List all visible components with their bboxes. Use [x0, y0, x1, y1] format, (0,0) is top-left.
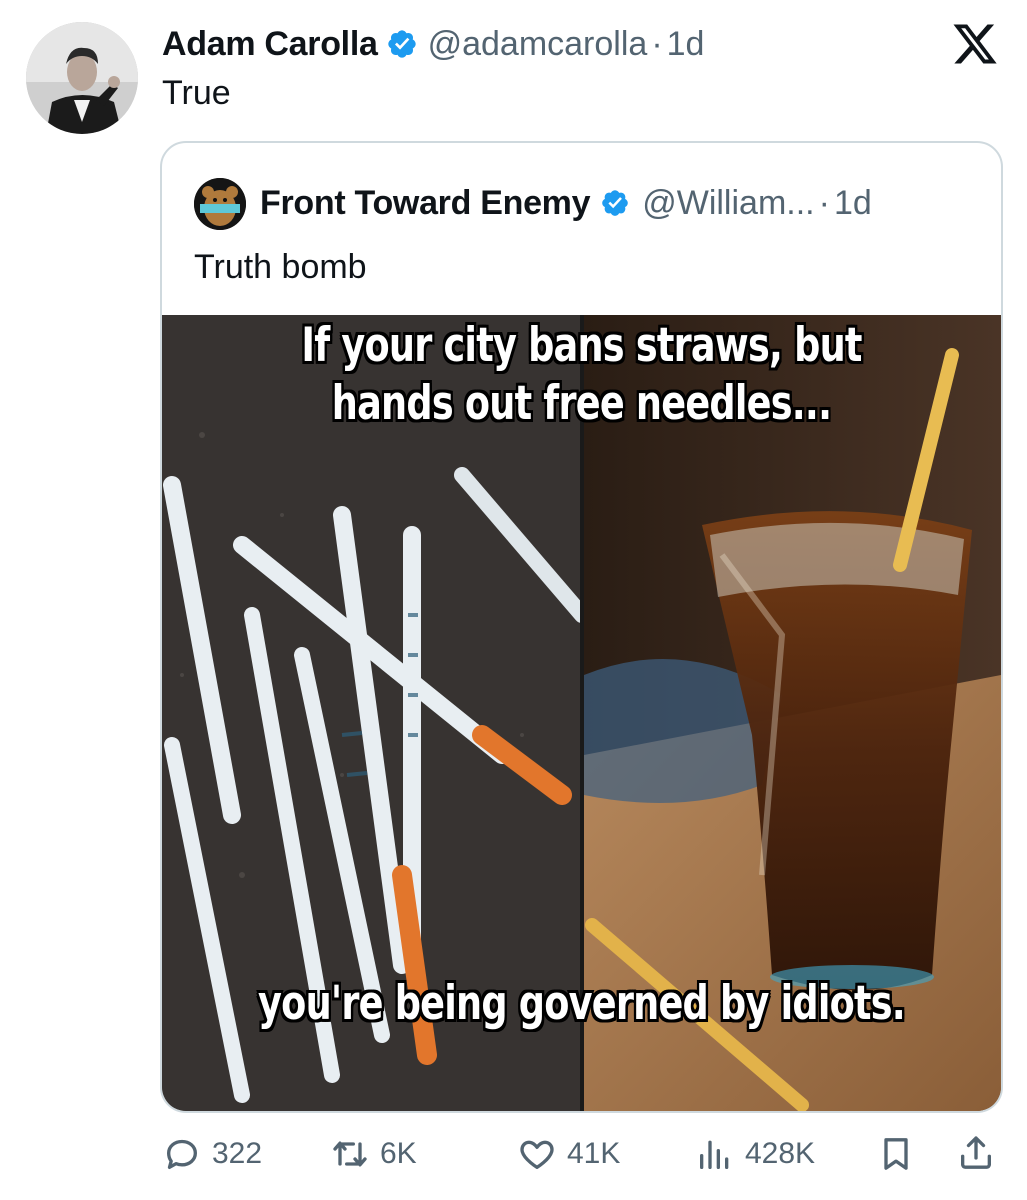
like-button[interactable]: 41K [517, 1130, 620, 1178]
reply-count: 322 [212, 1137, 263, 1170]
repost-count: 6K [380, 1137, 417, 1170]
author-avatar[interactable] [26, 22, 138, 134]
meme-caption-top: If your city bans straws, but hands out … [301, 318, 862, 431]
author-handle[interactable]: @adamcarolla [428, 25, 648, 64]
views-icon [700, 1140, 729, 1169]
views-button[interactable]: 428K [695, 1130, 815, 1178]
quoted-author-handle[interactable]: @William... [642, 184, 814, 223]
quoted-author-name[interactable]: Front Toward Enemy [260, 184, 591, 223]
like-count: 41K [567, 1137, 621, 1170]
reply-icon [167, 1139, 197, 1169]
separator-dot: · [651, 24, 663, 63]
views-count: 428K [745, 1137, 816, 1170]
tweet-timestamp[interactable]: 1d [667, 25, 705, 64]
share-icon[interactable] [956, 1132, 996, 1174]
quoted-tweet-header: Front Toward Enemy @William... · 1d [260, 181, 872, 225]
repost-icon [333, 1141, 367, 1167]
repost-button[interactable]: 6K [330, 1130, 417, 1178]
author-name[interactable]: Adam Carolla [162, 25, 378, 64]
separator-dot: · [818, 183, 830, 222]
meme-caption-bottom: you're being governed by idiots. [258, 976, 906, 1031]
quoted-tweet-card[interactable]: Front Toward Enemy @William... · 1d Trut… [160, 141, 1003, 1113]
reply-button[interactable]: 322 [162, 1130, 262, 1178]
meme-image[interactable]: If your city bans straws, but hands out … [162, 315, 1001, 1111]
bookmark-icon[interactable] [876, 1134, 916, 1174]
quoted-tweet-text: Truth bomb [194, 248, 367, 286]
verified-badge-icon [602, 190, 629, 216]
tweet-header: Adam Carolla @adamcarolla · 1d [162, 22, 704, 66]
quoted-tweet-timestamp[interactable]: 1d [834, 184, 872, 223]
quoted-author-avatar[interactable] [194, 178, 246, 230]
x-logo-icon [953, 24, 997, 64]
heart-icon [520, 1140, 554, 1169]
verified-badge-icon [387, 30, 416, 58]
tweet-text: True [162, 74, 231, 112]
